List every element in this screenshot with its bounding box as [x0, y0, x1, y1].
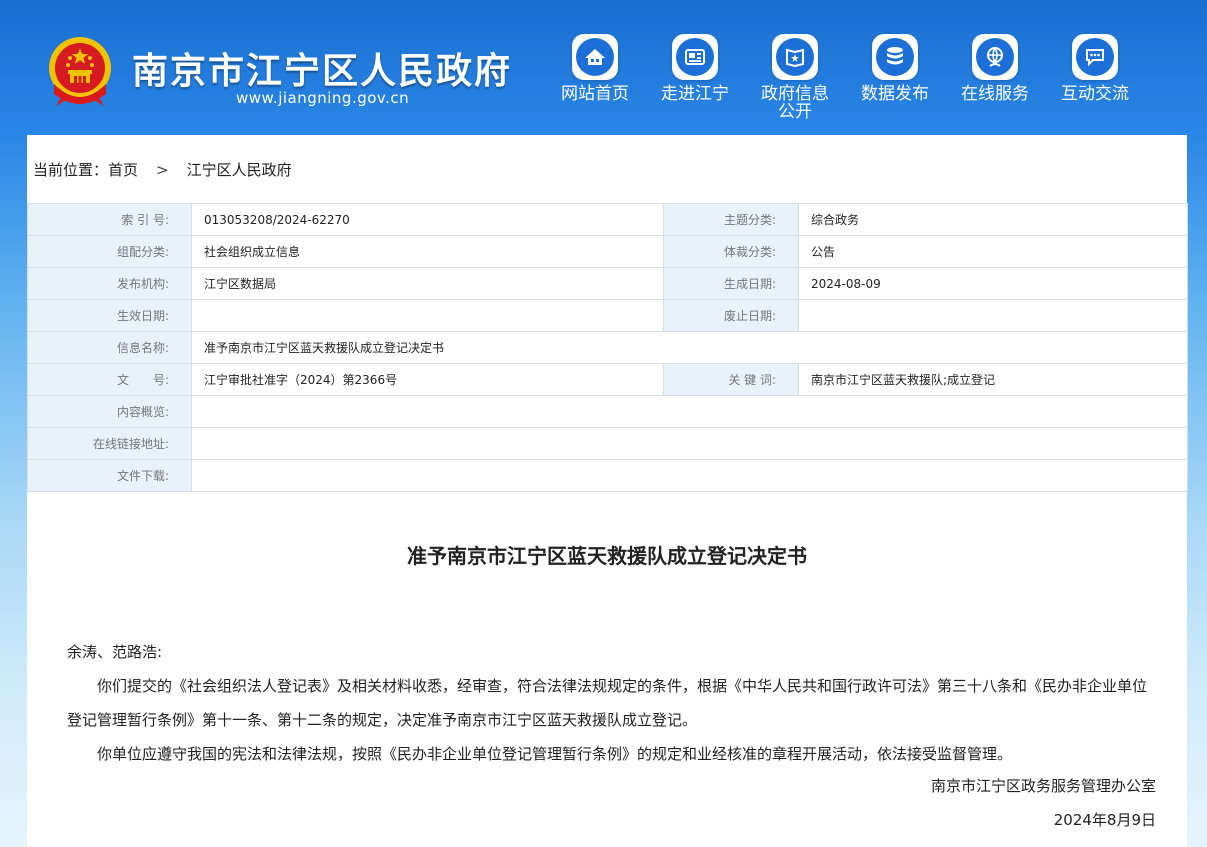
meta-key-file-download: 文件下载: [27, 459, 192, 492]
breadcrumb-home-link[interactable]: 首页 [108, 159, 138, 180]
gov-info-book-icon [772, 34, 818, 80]
nav-online-service-label: 在线服务 [961, 84, 1029, 104]
table-row: 生效日期: 废止日期: [27, 299, 1188, 332]
meta-key-org-category: 组配分类: [27, 235, 192, 268]
document-signature-date: 2024年8月9日 [1053, 811, 1156, 829]
meta-value-file-download[interactable] [191, 459, 1188, 492]
meta-key-index: 索 引 号: [27, 203, 192, 236]
meta-value-topic: 综合政务 [798, 203, 1188, 236]
metadata-table: 索 引 号: 013053208/2024-62270 主题分类: 综合政务 组… [27, 203, 1188, 492]
site-title[interactable]: 南京市江宁区人民政府 [132, 42, 512, 94]
meta-value-overview [191, 395, 1188, 428]
site-header: 南京市江宁区人民政府 www.jiangning.gov.cn 网站首页 走进江… [0, 0, 1207, 135]
nav-home[interactable]: 网站首页 [545, 34, 645, 103]
content-panel: 当前位置： 首页 > 江宁区人民政府 索 引 号: 013053208/2024… [27, 135, 1188, 847]
document-paragraph-1: 你们提交的《社会组织法人登记表》及相关材料收悉，经审查，符合法律法规规定的条件，… [67, 677, 1148, 729]
news-icon [672, 34, 718, 80]
table-row: 在线链接地址: [27, 427, 1188, 460]
home-icon [572, 34, 618, 80]
national-emblem-icon [49, 37, 111, 106]
chat-icon [1072, 34, 1118, 80]
nav-data[interactable]: 数据发布 [845, 34, 945, 103]
nav-online-service[interactable]: 在线服务 [945, 34, 1045, 103]
meta-value-publisher: 江宁区数据局 [191, 267, 664, 300]
document-paragraph-2: 你单位应遵守我国的宪法和法律法规，按照《民办非企业单位登记管理暂行条例》的规定和… [97, 745, 1013, 763]
meta-value-info-name: 准予南京市江宁区蓝天救援队成立登记决定书 [191, 331, 1188, 364]
nav-about[interactable]: 走进江宁 [645, 34, 745, 103]
table-row: 信息名称: 准予南京市江宁区蓝天救援队成立登记决定书 [27, 331, 1188, 364]
meta-key-effective-date: 生效日期: [27, 299, 192, 332]
nav-gov-info-line2: 公开 [778, 102, 812, 122]
breadcrumb-prefix: 当前位置： [33, 161, 109, 179]
meta-value-org-category: 社会组织成立信息 [191, 235, 664, 268]
document-title: 准予南京市江宁区蓝天救援队成立登记决定书 [407, 544, 807, 568]
meta-key-info-name: 信息名称: [27, 331, 192, 364]
meta-key-genre: 体裁分类: [663, 235, 799, 268]
document-salutation: 余涛、范路浩: [67, 643, 163, 661]
nav-home-label: 网站首页 [561, 84, 629, 104]
meta-value-effective-date [191, 299, 664, 332]
nav-gov-info[interactable]: 政府信息 公开 [745, 34, 845, 121]
table-row: 文件下载: [27, 459, 1188, 492]
breadcrumb: 当前位置： 首页 > 江宁区人民政府 [33, 159, 292, 180]
meta-key-topic: 主题分类: [663, 203, 799, 236]
meta-value-created-date: 2024-08-09 [798, 267, 1188, 300]
meta-key-online-link: 在线链接地址: [27, 427, 192, 460]
meta-key-keywords: 关 键 词: [663, 363, 799, 396]
meta-key-abolish-date: 废止日期: [663, 299, 799, 332]
meta-key-doc-number: 文 号: [27, 363, 192, 396]
site-domain: www.jiangning.gov.cn [236, 89, 410, 107]
table-row: 索 引 号: 013053208/2024-62270 主题分类: 综合政务 [27, 203, 1188, 236]
table-row: 发布机构: 江宁区数据局 生成日期: 2024-08-09 [27, 267, 1188, 300]
online-service-icon [972, 34, 1018, 80]
nav-gov-info-line1: 政府信息 [761, 84, 829, 104]
meta-key-overview: 内容概览: [27, 395, 192, 428]
meta-value-keywords: 南京市江宁区蓝天救援队;成立登记 [798, 363, 1188, 396]
meta-key-publisher: 发布机构: [27, 267, 192, 300]
nav-data-label: 数据发布 [861, 84, 929, 104]
document-signature-org: 南京市江宁区政务服务管理办公室 [930, 777, 1156, 795]
database-icon [872, 34, 918, 80]
nav-interaction-label: 互动交流 [1061, 84, 1129, 104]
nav-gov-info-label: 政府信息 公开 [745, 85, 845, 121]
breadcrumb-current-link[interactable]: 江宁区人民政府 [187, 159, 292, 180]
meta-value-abolish-date [798, 299, 1188, 332]
nav-about-label: 走进江宁 [661, 84, 729, 104]
meta-value-online-link[interactable] [191, 427, 1188, 460]
table-row: 文 号: 江宁审批社准字（2024）第2366号 关 键 词: 南京市江宁区蓝天… [27, 363, 1188, 396]
meta-value-doc-number: 江宁审批社准字（2024）第2366号 [191, 363, 664, 396]
table-row: 内容概览: [27, 395, 1188, 428]
breadcrumb-separator: > [156, 160, 169, 179]
meta-value-genre: 公告 [798, 235, 1188, 268]
nav-interaction[interactable]: 互动交流 [1045, 34, 1145, 103]
table-row: 组配分类: 社会组织成立信息 体裁分类: 公告 [27, 235, 1188, 268]
meta-key-created-date: 生成日期: [663, 267, 799, 300]
meta-value-index: 013053208/2024-62270 [191, 203, 664, 236]
